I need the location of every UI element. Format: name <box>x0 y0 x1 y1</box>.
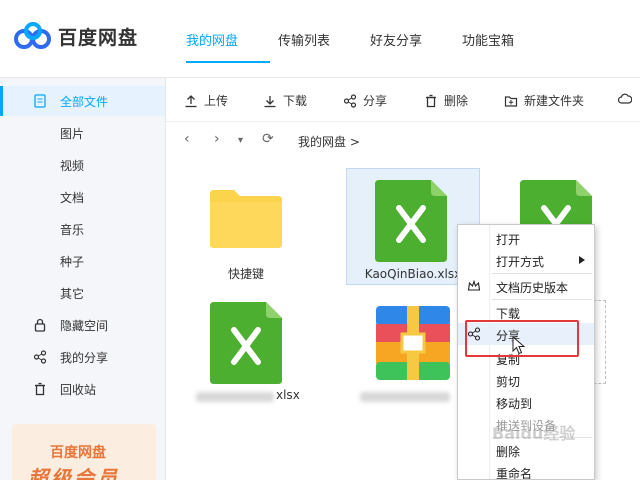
refresh-button[interactable]: ⟳ <box>262 132 274 146</box>
sidebar-item-label: 其它 <box>60 286 85 301</box>
more-tool-button[interactable] <box>618 92 638 106</box>
file-item-excel-3[interactable]: xlsx <box>180 296 312 406</box>
file-name: 快捷键 <box>227 267 264 281</box>
sidebar: 全部文件 图片 视频 文档 音乐 种子 其它 隐藏空间 我的分享 回收站 百度网… <box>0 78 166 480</box>
menu-item-label: 重命名 <box>496 467 533 480</box>
sidebar-item-music[interactable]: 音乐 <box>0 214 165 244</box>
blurred-filename <box>360 392 450 402</box>
top-header: 百度网盘 我的网盘 传输列表 好友分享 功能宝箱 <box>0 0 640 78</box>
new-folder-button[interactable]: 新建文件夹 <box>504 92 584 109</box>
sidebar-item-others[interactable]: 其它 <box>0 278 165 308</box>
new-folder-label: 新建文件夹 <box>524 94 585 108</box>
history-dropdown-icon[interactable]: ▾ <box>238 134 243 148</box>
excel-file-icon <box>210 302 282 384</box>
lock-icon <box>34 318 46 332</box>
menu-item-label: 剪切 <box>496 375 521 389</box>
sidebar-item-all-files[interactable]: 全部文件 <box>0 86 165 116</box>
sidebar-item-label: 隐藏空间 <box>60 318 109 333</box>
vip-promo-banner[interactable]: 百度网盘 超级会员 <box>12 424 156 480</box>
sidebar-item-label: 文档 <box>60 190 85 205</box>
tab-transfer-list[interactable]: 传输列表 <box>278 30 330 49</box>
upload-icon <box>185 94 197 107</box>
menu-item-move-to[interactable]: 移动到 <box>458 391 594 413</box>
top-tabs: 我的网盘 传输列表 好友分享 功能宝箱 <box>186 30 554 49</box>
tab-my-disk[interactable]: 我的网盘 <box>186 30 238 49</box>
upload-label: 上传 <box>204 94 229 108</box>
menu-item-open-with[interactable]: 打开方式 <box>458 249 594 271</box>
forward-button[interactable]: › <box>214 132 220 146</box>
menu-item-label: 打开 <box>496 233 521 247</box>
sidebar-item-label: 音乐 <box>60 222 85 237</box>
menu-item-open[interactable]: 打开 <box>458 227 594 249</box>
file-item-folder[interactable]: 快捷键 <box>180 170 312 281</box>
sidebar-item-label: 全部文件 <box>60 94 109 109</box>
sidebar-item-label: 我的分享 <box>60 350 109 365</box>
crown-icon <box>467 279 481 291</box>
sidebar-item-hidden-space[interactable]: 隐藏空间 <box>0 310 165 340</box>
archive-file-icon <box>376 306 450 380</box>
menu-separator <box>492 299 592 300</box>
sidebar-item-label: 图片 <box>60 126 85 141</box>
file-name: xlsx <box>276 388 300 402</box>
toolbar: 上传 下载 分享 删除 新建文件夹 <box>166 78 640 122</box>
file-icon <box>34 94 46 108</box>
file-item-archive[interactable] <box>346 296 456 406</box>
menu-item-cut[interactable]: 剪切 <box>458 369 594 391</box>
logo-text: 百度网盘 <box>58 26 139 49</box>
menu-item-label: 打开方式 <box>496 255 545 269</box>
tab-toolbox[interactable]: 功能宝箱 <box>462 30 514 49</box>
cloud-icon <box>618 93 632 104</box>
sidebar-item-documents[interactable]: 文档 <box>0 182 165 212</box>
promo-subtitle: 超级会员 <box>28 466 120 480</box>
blurred-filename <box>196 392 274 402</box>
app-logo[interactable]: 百度网盘 <box>14 22 138 50</box>
share-label: 分享 <box>363 94 388 108</box>
nav-row: ‹ › ▾ ⟳ <box>166 122 640 158</box>
folder-icon <box>210 190 282 248</box>
mouse-cursor-icon <box>512 336 526 355</box>
excel-file-icon <box>375 180 447 262</box>
sidebar-item-my-shares[interactable]: 我的分享 <box>0 342 165 372</box>
sidebar-item-label: 种子 <box>60 254 85 269</box>
share-button[interactable]: 分享 <box>343 92 387 109</box>
download-label: 下载 <box>283 94 308 108</box>
share-icon <box>343 93 357 108</box>
menu-separator <box>492 273 592 274</box>
active-tab-indicator <box>186 61 270 63</box>
sidebar-item-label: 视频 <box>60 158 85 173</box>
delete-button[interactable]: 删除 <box>424 92 468 109</box>
submenu-arrow-icon <box>579 256 585 264</box>
watermark: Baidu经验 <box>492 424 576 443</box>
download-button[interactable]: 下载 <box>263 92 307 109</box>
menu-item-version-history[interactable]: 文档历史版本 <box>458 275 594 297</box>
sidebar-item-videos[interactable]: 视频 <box>0 150 165 180</box>
breadcrumb[interactable]: 我的网盘 > <box>298 133 360 150</box>
tab-friend-share[interactable]: 好友分享 <box>370 30 422 49</box>
upload-button[interactable]: 上传 <box>184 92 228 109</box>
trash-icon <box>426 94 436 107</box>
menu-item-rename[interactable]: 重命名 <box>458 461 594 480</box>
download-icon <box>264 95 276 107</box>
sidebar-item-torrents[interactable]: 种子 <box>0 246 165 276</box>
delete-label: 删除 <box>444 94 469 108</box>
new-folder-icon <box>504 95 518 107</box>
menu-item-label: 移动到 <box>496 397 533 411</box>
share-icon <box>33 350 47 364</box>
sidebar-item-recycle-bin[interactable]: 回收站 <box>0 374 165 404</box>
sidebar-item-label: 回收站 <box>60 382 97 397</box>
promo-title: 百度网盘 <box>50 445 106 461</box>
menu-item-label: 文档历史版本 <box>496 281 569 295</box>
back-button[interactable]: ‹ <box>184 132 190 146</box>
menu-item-label: 删除 <box>496 445 521 459</box>
trash-icon <box>35 382 45 396</box>
cloud-logo-icon <box>14 22 51 49</box>
sidebar-item-images[interactable]: 图片 <box>0 118 165 148</box>
